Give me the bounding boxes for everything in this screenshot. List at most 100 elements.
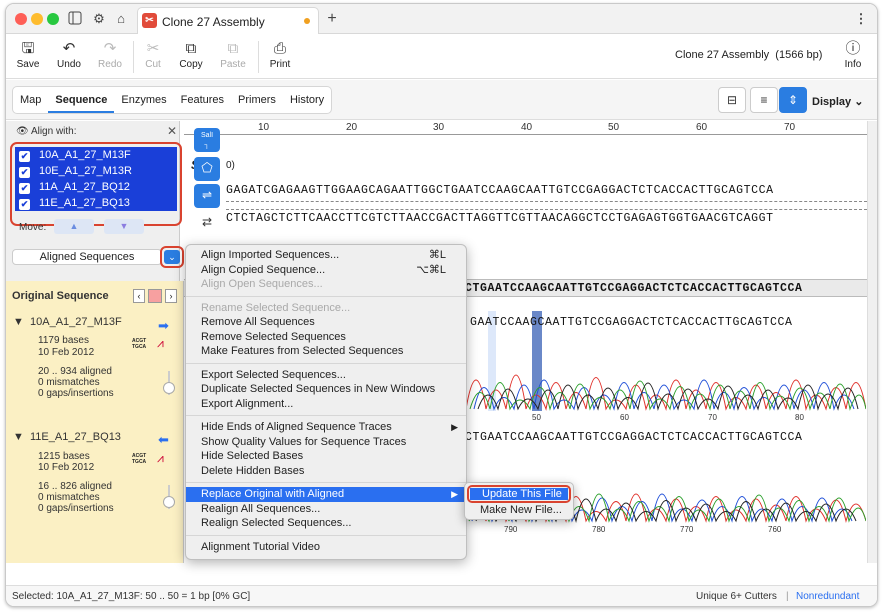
minimize-window-button[interactable] [31,13,43,25]
double-strand-icon[interactable]: ⇌ [194,184,220,208]
next-icon[interactable]: › [165,289,177,303]
save-icon: 🖫 [21,40,35,57]
print-button[interactable]: ⎙ Print [260,39,300,70]
nonredundant-link[interactable]: Nonredundant [796,586,859,606]
new-tab-plus-icon[interactable]: + [324,11,340,27]
shortcut: ⌥⌘L [416,263,446,276]
tab-sequence[interactable]: Sequence [48,87,115,113]
toolbar-divider [258,41,259,73]
aligned-sequences-dropdown[interactable]: Aligned Sequences [12,249,162,265]
more-options-icon[interactable]: ⋮ [853,11,869,27]
cut-button[interactable]: ✂ Cut [133,39,173,70]
menu-item[interactable]: Export Alignment... [186,397,466,412]
make-new-file-item[interactable]: Make New File... [480,504,562,517]
menu-item[interactable]: Alignment Tutorial Video [186,540,466,555]
menu-item-replace-original[interactable]: Replace Original with Aligned ▶ [186,487,466,502]
chevron-down-icon[interactable]: ⌄ [164,250,180,264]
height-slider[interactable] [163,382,175,394]
gear-icon[interactable]: ⚙ [91,11,107,27]
feature-arrow-icon[interactable]: ⬠ [194,157,220,181]
tab-map[interactable]: Map [13,87,48,113]
title-bar: ⚙ ⌂ ✂ Clone 27 Assembly + ⋮ [6,4,877,34]
undo-button[interactable]: ↶ Undo [49,39,89,70]
menu-item[interactable]: Hide Selected Bases [186,449,466,464]
height-slider[interactable] [163,496,175,508]
copy-icon: ⧉ [185,40,197,57]
checkbox[interactable]: ✔ [19,183,30,194]
vertical-scrollbar[interactable] [867,121,877,563]
menu-item[interactable]: Realign Selected Sequences... [186,516,466,531]
show-enzymes-icon[interactable]: ⊟ [718,87,746,113]
copy-button[interactable]: ⧉ Copy [171,39,211,70]
original-sequence-panel: Original Sequence ‹ › ▼ 10A_A1_27_M13F ➡… [6,281,184,563]
menu-item[interactable]: Make Features from Selected Sequences [186,344,466,359]
swap-strand-icon[interactable]: ⇄ [194,211,220,235]
trace-mismatches: 0 mismatches [38,492,100,503]
move-down-button[interactable]: ▼ [104,219,144,234]
close-panel-icon[interactable]: ✕ [167,124,177,138]
checkbox[interactable]: ✔ [19,199,30,210]
menu-item[interactable]: Export Selected Sequences... [186,368,466,383]
align-panel: 👁 Align with: ✔ 10A_A1_27_M13F ✔ 10E_A1_27… [6,121,184,281]
close-window-button[interactable] [15,13,27,25]
trace-tick: 80 [795,413,804,422]
align-with-label: 👁 Align with: [16,126,77,137]
checkbox[interactable]: ✔ [19,151,30,162]
menu-item[interactable]: Align Imported Sequences... ⌘L [186,248,466,263]
home-icon[interactable]: ⌂ [113,11,129,27]
replace-submenu: Update This File Make New File... [464,482,574,520]
tab-primers[interactable]: Primers [231,87,283,113]
ruler-tick: 40 [521,122,533,133]
list-item[interactable]: ✔ 11A_A1_27_BQ12 [15,179,177,195]
move-up-button[interactable]: ▲ [54,219,94,234]
menu-item[interactable]: Show Quality Values for Sequence Traces [186,435,466,450]
trace-name[interactable]: ▼ 10A_A1_27_M13F [13,316,122,328]
menu-item[interactable]: Hide Ends of Aligned Sequence Traces ▶ [186,420,466,435]
trace-date: 10 Feb 2012 [38,462,95,473]
trace-mismatches: 0 mismatches [38,377,100,388]
trace-bases: 1179 bases [38,335,89,346]
save-button[interactable]: 🖫 Save [8,39,48,70]
file-info: Clone 27 Assembly (1566 bp) [675,49,823,61]
list-item[interactable]: ✔ 10A_A1_27_M13F [15,147,177,163]
tab-features[interactable]: Features [174,87,231,113]
cutters-link[interactable]: Unique 6+ Cutters [696,586,777,606]
menu-item[interactable]: Remove All Sequences [186,315,466,330]
list-item[interactable]: ✔ 11E_A1_27_BQ13 [15,195,177,211]
previous-icon[interactable]: ‹ [133,289,145,303]
ruler: 10 20 30 40 50 60 70 [184,121,867,135]
ruler-tick: 70 [784,122,796,133]
paste-button[interactable]: ⧉ Paste [213,39,253,70]
trace-name[interactable]: ▼ 11E_A1_27_BQ13 [13,431,121,443]
paste-icon: ⧉ [227,40,239,57]
menu-item[interactable]: Align Copied Sequence... ⌥⌘L [186,263,466,278]
document-tab[interactable]: ✂ Clone 27 Assembly [137,7,319,34]
menu-item[interactable]: Duplicate Selected Sequences in New Wind… [186,382,466,397]
restriction-site-button[interactable]: SalI ┐ [194,128,220,152]
ruler-tick: 20 [346,122,358,133]
trace-tick: 790 [504,525,518,534]
menu-separator [186,534,466,536]
list-item[interactable]: ✔ 10E_A1_27_M13R [15,163,177,179]
checkbox[interactable]: ✔ [19,167,30,178]
menu-item[interactable]: Delete Hidden Bases [186,464,466,479]
redo-button[interactable]: ↷ Redo [90,39,130,70]
sidebar-toggle-icon[interactable] [67,11,83,27]
fit-width-icon[interactable]: ⇕ [779,87,807,113]
display-menu[interactable]: Display ⌄ [812,95,863,108]
menu-item[interactable]: Remove Selected Sequences [186,330,466,345]
trace-tick: 60 [620,413,629,422]
tab-enzymes[interactable]: Enzymes [114,87,173,113]
eye-icon: 👁 [16,126,29,137]
redo-icon: ↷ [103,40,117,57]
update-this-file-item[interactable]: Update This File [470,488,568,500]
color-swatch[interactable] [148,289,162,303]
undo-icon: ↶ [62,40,76,57]
wrap-lines-icon[interactable]: ≡ [750,87,778,113]
info-button[interactable]: ⓘ Info [833,39,873,70]
tab-history[interactable]: History [283,87,331,113]
menu-item[interactable]: Realign All Sequences... [186,502,466,517]
zoom-window-button[interactable] [47,13,59,25]
ruler-tick: 30 [433,122,445,133]
view-tabs: Map Sequence Enzymes Features Primers Hi… [12,86,333,114]
